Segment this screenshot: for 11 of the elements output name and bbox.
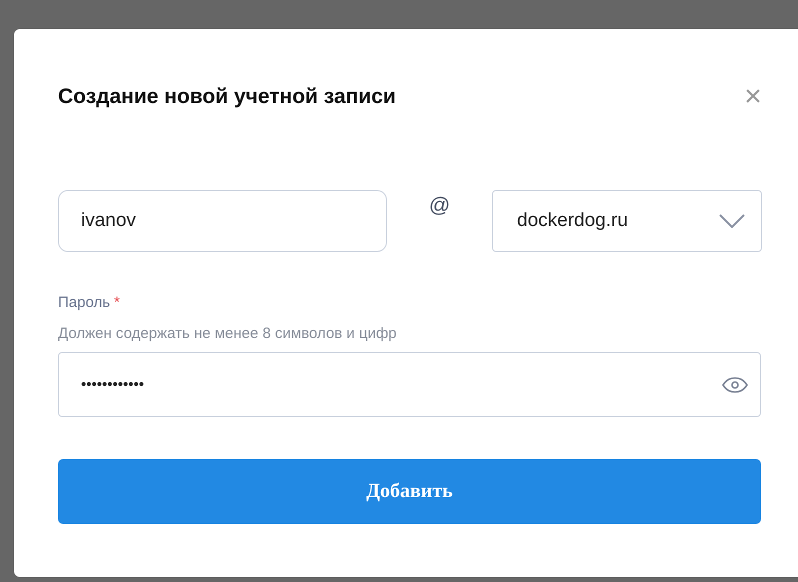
- password-field[interactable]: ••••••••••••: [58, 352, 761, 417]
- chevron-down-icon: [719, 214, 745, 228]
- at-sign: @: [428, 193, 452, 218]
- password-hint: Должен содержать не менее 8 символов и цифр: [58, 325, 398, 342]
- login-field[interactable]: ivanov: [58, 190, 387, 252]
- domain-select[interactable]: dockerdog.ru: [492, 190, 762, 252]
- required-mark: *: [114, 294, 120, 311]
- dialog-title: Создание новой учетной записи: [58, 85, 396, 109]
- eye-icon[interactable]: [722, 376, 748, 392]
- add-button[interactable]: Добавить: [58, 459, 761, 524]
- password-label: Пароль: [58, 294, 110, 311]
